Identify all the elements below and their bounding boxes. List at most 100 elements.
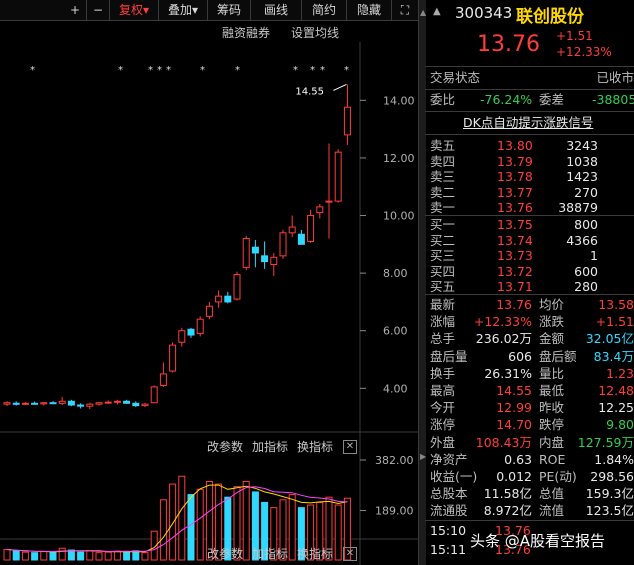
candle	[288, 226, 296, 234]
candle	[279, 232, 287, 257]
signal-link[interactable]: DK点自动提示涨跌信号	[463, 114, 593, 132]
volume-bar	[40, 551, 48, 561]
event-marker-icon: *	[118, 65, 123, 76]
weicha-value: -38805	[592, 92, 634, 107]
stat-value: 26.31%	[484, 365, 532, 381]
volume-bar	[3, 549, 11, 561]
stat-label: 涨停	[430, 417, 456, 433]
tick-time: 15:11	[430, 542, 467, 557]
menu-caret-icon[interactable]: ▲	[433, 6, 441, 17]
vol-add-indicator-button[interactable]: 加指标	[252, 438, 288, 455]
zoom-in-button[interactable]: +	[64, 0, 87, 20]
vol-ma5-line	[6, 484, 348, 553]
stat-label: 流通股	[430, 503, 468, 519]
event-marker-icon: *	[320, 65, 325, 76]
sub-add-indicator-button[interactable]: 加指标	[252, 545, 288, 562]
vol-change-indicator-button[interactable]: 换指标	[297, 438, 333, 455]
stat-value: 14.70	[496, 417, 532, 433]
volume-bar	[67, 549, 75, 561]
candle	[316, 206, 324, 214]
stat-label: 涨幅	[430, 314, 456, 330]
event-marker-icon: *	[235, 65, 240, 76]
chips-button[interactable]: 筹码	[208, 0, 251, 20]
stat-label: 量比	[539, 365, 565, 381]
stat-label: 盘后额	[539, 348, 577, 364]
fullscreen-button[interactable]: ⛶	[392, 0, 418, 20]
volume-bar	[178, 475, 186, 561]
candle	[215, 295, 223, 303]
zoom-out-button[interactable]: −	[87, 0, 110, 20]
volume-bar	[169, 483, 177, 561]
candle	[261, 255, 269, 263]
event-marker-icon: *	[293, 65, 298, 76]
candle	[113, 400, 121, 403]
last-price: 13.76	[477, 32, 540, 57]
candle	[205, 305, 213, 317]
volume-bar	[104, 551, 112, 561]
volume-bar	[86, 550, 94, 561]
stat-label: 流值	[539, 503, 565, 519]
vol-close-icon[interactable]: ✕	[343, 440, 357, 454]
stat-value: 606	[508, 348, 532, 364]
event-marker-icon: *	[166, 65, 171, 76]
adjust-dropdown[interactable]: 复权▾	[110, 0, 159, 20]
sub-edit-params-button[interactable]: 改参数	[207, 545, 243, 562]
high-marker-label: 14.55	[295, 86, 324, 97]
candle	[297, 233, 305, 245]
candle	[141, 403, 149, 407]
y-tick-label: 4.00	[383, 382, 408, 395]
stat-label: 净资产	[430, 451, 468, 467]
candle	[251, 246, 259, 254]
event-marker-icon: *	[344, 65, 349, 76]
stat-label: 最高	[430, 383, 456, 398]
vol-edit-params-button[interactable]: 改参数	[207, 438, 243, 455]
volume-bar	[12, 550, 20, 561]
hide-button[interactable]: 隐藏	[347, 0, 392, 20]
volume-bar	[288, 494, 296, 561]
volume-bar	[159, 499, 167, 561]
stat-value: 83.4万	[593, 348, 634, 364]
stat-label: 金额	[539, 331, 565, 347]
draw-line-button[interactable]: 画线	[251, 0, 302, 20]
stat-value: +12.33%	[473, 314, 532, 330]
candle	[104, 401, 112, 404]
stat-value: 159.3亿	[585, 486, 634, 502]
volume-bar	[141, 552, 149, 561]
sub-close-icon[interactable]: ✕	[343, 547, 357, 561]
volume-bar	[95, 552, 103, 561]
stat-label: ROE	[539, 451, 566, 467]
y-tick-label: 6.00	[383, 325, 408, 338]
stat-value: +1.51	[595, 314, 634, 330]
stat-value: 1.84%	[594, 451, 634, 467]
candle	[196, 318, 204, 335]
stat-value: 1.23	[606, 365, 634, 381]
event-marker-icon: *	[200, 65, 205, 76]
stat-label: 跌停	[539, 417, 565, 433]
candle	[325, 200, 333, 203]
volume-bar	[49, 551, 57, 561]
simple-button[interactable]: 简约	[302, 0, 347, 20]
stat-value: 127.59万	[577, 434, 634, 450]
stat-label: 总值	[539, 486, 565, 502]
stat-label: 内盘	[539, 434, 565, 450]
weibi-label: 委比	[430, 92, 456, 107]
stat-label: 外盘	[430, 434, 456, 450]
status-label: 交易状态	[430, 70, 481, 85]
sub-change-indicator-button[interactable]: 换指标	[297, 545, 333, 562]
stat-value: 13.58	[598, 297, 634, 312]
candle	[169, 344, 177, 372]
stat-label: 均价	[539, 297, 565, 312]
stat-value: 13.76	[496, 297, 532, 312]
price-change: +1.51	[556, 29, 593, 43]
overlay-dropdown[interactable]: 叠加▾	[159, 0, 208, 20]
vol-tick-label: 189.00	[375, 505, 414, 518]
candle	[242, 238, 250, 268]
y-tick-label: 10.00	[383, 210, 415, 223]
stat-label: 换手	[430, 365, 456, 381]
stat-label: 总手	[430, 331, 456, 347]
kline-chart[interactable]: 14.00 12.00 10.00 8.00 6.00 4.00 14.55 * * * * * * * *…	[0, 20, 418, 565]
high-marker-arrow	[333, 84, 347, 91]
volume-bar	[242, 480, 250, 561]
volume-bar	[123, 551, 131, 561]
stat-value: 236.02万	[475, 331, 532, 347]
